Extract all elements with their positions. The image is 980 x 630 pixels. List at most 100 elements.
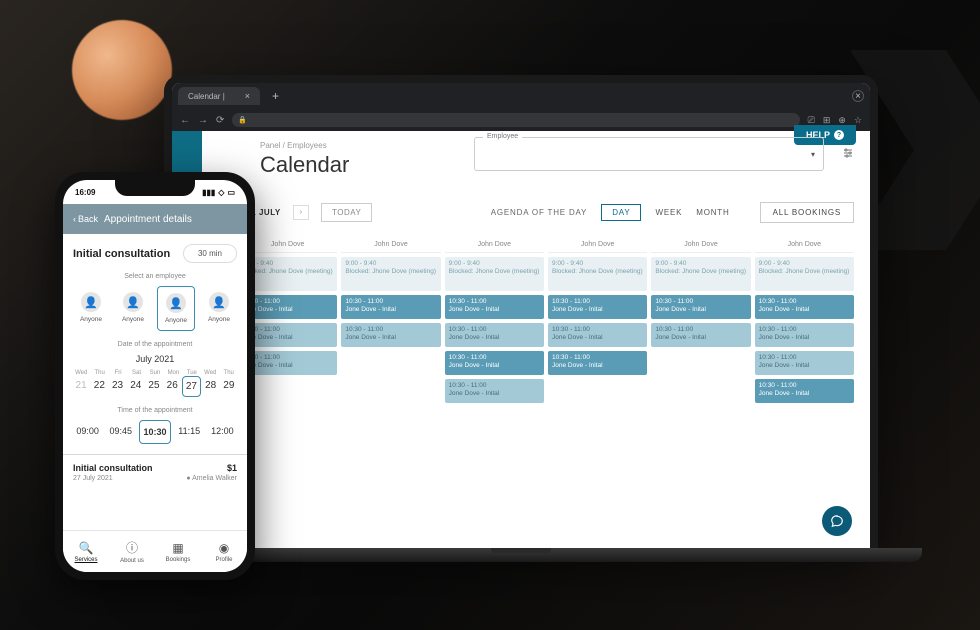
- calendar-event[interactable]: 10:30 - 11:00Jone Dove - Inital: [445, 295, 544, 319]
- time-slot[interactable]: 11:15: [175, 420, 204, 444]
- view-day[interactable]: DAY: [601, 204, 641, 221]
- avatar-icon: 👤: [123, 292, 143, 312]
- date-label: Date of the appointment: [73, 341, 237, 348]
- calendar-event[interactable]: 10:30 - 11:00Jone Dove - Inital: [755, 323, 854, 347]
- calendar-event[interactable]: 10:30 - 11:00Jone Dove - Inital: [548, 351, 647, 375]
- select-employee-label: Select an employee: [73, 273, 237, 280]
- wifi-icon: ◇: [218, 188, 224, 197]
- calendar-event[interactable]: 9:00 - 9:40Blocked: Jhone Dove (meeting): [651, 257, 750, 291]
- status-time: 16:09: [75, 188, 95, 197]
- calendar-event[interactable]: 10:30 - 11:00Jone Dove - Inital: [755, 295, 854, 319]
- view-month[interactable]: MONTH: [696, 205, 729, 220]
- qr-icon[interactable]: ⊞: [823, 115, 831, 126]
- new-tab-button[interactable]: +: [266, 87, 285, 105]
- calendar-event[interactable]: 9:00 - 9:40Blocked: Jhone Dove (meeting): [755, 257, 854, 291]
- employee-card[interactable]: 👤Anyone: [73, 286, 109, 331]
- browser-tab[interactable]: Calendar | ×: [178, 87, 260, 105]
- calendar-event[interactable]: 10:30 - 11:00Jone Dove - Inital: [651, 323, 750, 347]
- date-cell[interactable]: 25: [146, 376, 162, 397]
- time-slot[interactable]: 12:00: [208, 420, 237, 444]
- cast-icon[interactable]: ⎚: [808, 115, 815, 126]
- next-day-button[interactable]: ›: [293, 205, 309, 220]
- calendar-event[interactable]: 10:30 - 11:00Jone Dove - Inital: [548, 323, 647, 347]
- calendar-event[interactable]: 9:00 - 9:40Blocked: Jhone Dove (meeting): [445, 257, 544, 291]
- avatar-icon: 👤: [166, 293, 186, 313]
- column-header: John Dove: [341, 237, 440, 253]
- calendar-event[interactable]: 10:30 - 11:00Jone Dove - Inital: [341, 323, 440, 347]
- event-column: 9:00 - 9:40Blocked: Jhone Dove (meeting)…: [341, 257, 440, 403]
- calendar-event[interactable]: 9:00 - 9:40Blocked: Jhone Dove (meeting): [548, 257, 647, 291]
- calendar-icon: ▦: [172, 541, 183, 555]
- date-cell[interactable]: 22: [91, 376, 107, 397]
- chevron-down-icon: ▾: [811, 150, 815, 159]
- employee-card[interactable]: 👤Anyone: [201, 286, 237, 331]
- column-header: John Dove: [445, 237, 544, 253]
- date-cell[interactable]: 28: [203, 376, 219, 397]
- tab-close-icon[interactable]: ×: [245, 91, 250, 101]
- back-button[interactable]: ‹ Back: [73, 214, 98, 224]
- chat-icon: [830, 514, 844, 528]
- back-icon[interactable]: ←: [180, 115, 190, 126]
- star-icon[interactable]: ☆: [854, 115, 862, 126]
- phone-header: ‹ Back Appointment details: [63, 204, 247, 234]
- info-icon: ⓘ: [126, 539, 138, 556]
- service-name: Initial consultation: [73, 248, 170, 260]
- tab-services[interactable]: 🔍Services: [63, 531, 109, 572]
- calendar-event[interactable]: 10:30 - 11:00Jone Dove - Inital: [445, 351, 544, 375]
- calendar-event[interactable]: 10:30 - 11:00Jone Dove - Inital: [755, 379, 854, 403]
- employee-card[interactable]: 👤Anyone: [115, 286, 151, 331]
- divider: [63, 454, 247, 455]
- tab-bookings[interactable]: ▦Bookings: [155, 531, 201, 572]
- column-header: John Dove: [651, 237, 750, 253]
- calendar-event[interactable]: 10:30 - 11:00Jone Dove - Inital: [548, 295, 647, 319]
- calendar-event[interactable]: 10:30 - 11:00Jone Dove - Inital: [755, 351, 854, 375]
- address-bar[interactable]: 🔒: [232, 113, 799, 127]
- browser-chrome: Calendar | × + × ← → ⟳ 🔒 ⎚ ⊞ ⊕ ☆: [172, 83, 870, 131]
- profile-icon: ◉: [219, 541, 229, 555]
- event-column: 9:00 - 9:40Blocked: Jhone Dove (meeting)…: [755, 257, 854, 403]
- date-cell[interactable]: 21: [73, 376, 89, 397]
- month-label: July 2021: [73, 354, 237, 364]
- view-week[interactable]: WEEK: [655, 205, 682, 220]
- signal-icon: ▮▮▮: [202, 188, 215, 197]
- employee-select-label: Employee: [483, 133, 522, 140]
- lock-icon: 🔒: [238, 116, 247, 124]
- calendar-event[interactable]: 10:30 - 11:00Jone Dove - Inital: [445, 323, 544, 347]
- battery-icon: ▭: [227, 188, 235, 197]
- laptop-frame: Calendar | × + × ← → ⟳ 🔒 ⎚ ⊞ ⊕ ☆: [164, 75, 878, 550]
- employee-card-selected[interactable]: 👤Anyone: [157, 286, 195, 331]
- tab-bar: 🔍Services ⓘAbout us ▦Bookings ◉Profile: [63, 530, 247, 572]
- date-cell[interactable]: 29: [221, 376, 237, 397]
- forward-icon[interactable]: →: [198, 115, 208, 126]
- duration-pill[interactable]: 30 min: [183, 244, 237, 263]
- chat-fab[interactable]: [822, 506, 852, 536]
- date-cell[interactable]: 24: [128, 376, 144, 397]
- all-bookings-button[interactable]: ALL BOOKINGS: [760, 202, 854, 223]
- employee-select[interactable]: Employee ▾: [474, 137, 824, 171]
- zoom-icon[interactable]: ⊕: [838, 115, 846, 126]
- date-cell[interactable]: 26: [164, 376, 180, 397]
- date-cell[interactable]: 23: [109, 376, 125, 397]
- reload-icon[interactable]: ⟳: [216, 115, 224, 126]
- calendar-grid: John Dove John Dove John Dove John Dove …: [218, 237, 854, 403]
- today-button[interactable]: TODAY: [321, 203, 372, 222]
- column-header: John Dove: [548, 237, 647, 253]
- calendar-event[interactable]: 10:30 - 11:00Jone Dove - Inital: [651, 295, 750, 319]
- avatar-icon: 👤: [209, 292, 229, 312]
- settings-icon[interactable]: [842, 147, 854, 162]
- time-slot[interactable]: 09:45: [106, 420, 135, 444]
- calendar-event[interactable]: 10:30 - 11:00Jone Dove - Inital: [341, 295, 440, 319]
- summary-service: Initial consultation: [73, 463, 153, 473]
- tab-profile[interactable]: ◉Profile: [201, 531, 247, 572]
- tab-about[interactable]: ⓘAbout us: [109, 531, 155, 572]
- help-icon: ?: [834, 130, 844, 140]
- event-column: 9:00 - 9:40Blocked: Jhone Dove (meeting)…: [548, 257, 647, 403]
- time-slot[interactable]: 09:00: [73, 420, 102, 444]
- browser-close-icon[interactable]: ×: [852, 90, 864, 102]
- calendar-event[interactable]: 9:00 - 9:40Blocked: Jhone Dove (meeting): [341, 257, 440, 291]
- time-slot[interactable]: 10:30: [139, 420, 170, 444]
- date-row: 212223242526272829: [73, 376, 237, 397]
- calendar-event[interactable]: 10:30 - 11:00Jone Dove - Inital: [445, 379, 544, 403]
- date-cell[interactable]: 27: [182, 376, 200, 397]
- summary-date: 27 July 2021: [73, 475, 113, 482]
